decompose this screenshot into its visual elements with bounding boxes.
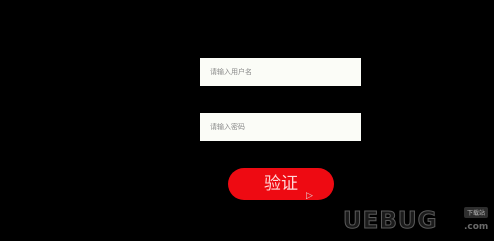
watermark-domain: .com: [464, 222, 489, 232]
pointer-arrow-icon: ▷: [306, 191, 313, 201]
watermark-logo: UEBUG: [342, 208, 438, 235]
password-input[interactable]: [200, 113, 361, 141]
watermark-tag: 下载站: [464, 207, 489, 218]
site-watermark: UEBUG 下载站 .com: [342, 200, 491, 238]
verify-button[interactable]: 验证: [228, 168, 334, 200]
username-input[interactable]: [200, 58, 361, 86]
